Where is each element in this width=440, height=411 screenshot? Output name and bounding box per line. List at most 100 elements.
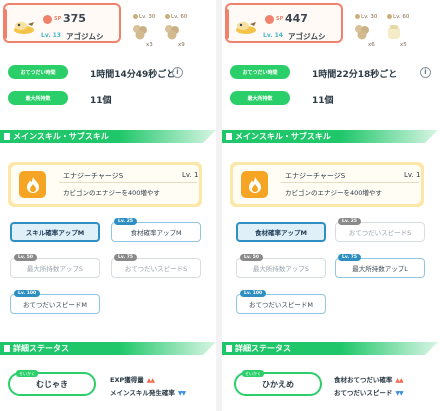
sub-skill-label: 食材確率アップM xyxy=(130,229,182,237)
section-title: メインスキル・サブスキル xyxy=(235,132,331,141)
level-badge: Lv. 50 xyxy=(14,254,37,261)
sub-skill-label: 最大所持数アップS xyxy=(252,265,310,273)
up-arrows-icon: ▲▲ xyxy=(146,377,155,384)
level-dot-icon xyxy=(355,14,360,19)
level-badge: Lv. 25 xyxy=(338,218,361,225)
max-carry-value: 11個 xyxy=(90,96,112,106)
nature-effect-up: EXP獲得量 ▲▲ xyxy=(110,374,155,384)
ingredient-icon xyxy=(388,25,400,39)
main-skill-description: カビゴンのエナジーを400増やす xyxy=(63,189,160,197)
ingredient-count: x6 xyxy=(368,42,375,48)
down-arrows-icon: ▼▼ xyxy=(395,390,403,397)
effect-label: おてつだいスピード xyxy=(334,389,393,397)
section-title: 詳細ステータス xyxy=(13,344,69,353)
right-pokemon-panel: SP 447 Lv. 14 アゴジムシ Lv. 30 x6 Lv. 60 x5 … xyxy=(222,0,438,411)
main-skill-level: Lv. 1 xyxy=(404,171,421,179)
sub-skill-slot[interactable]: 最大所持数アップS xyxy=(10,258,100,278)
help-time-label: おてつだい時間 xyxy=(8,65,68,79)
sub-skill-slot[interactable]: おてつだいスピードS xyxy=(111,258,201,278)
card-accent xyxy=(225,9,229,39)
divider xyxy=(281,182,419,183)
main-skill-description: カビゴンのエナジーを400増やす xyxy=(285,189,382,197)
level-dot-icon xyxy=(133,14,138,19)
main-skill-card[interactable]: エナジーチャージS Lv. 1 カビゴンのエナジーを400増やす xyxy=(230,162,424,207)
max-carry-value: 11個 xyxy=(312,96,334,106)
ingredient-icon xyxy=(133,25,147,40)
strength-points: 447 xyxy=(285,12,308,25)
pokemon-level: Lv. 14 xyxy=(263,32,283,39)
pokemon-card[interactable]: SP 375 Lv. 13 アゴジムシ xyxy=(3,3,121,43)
ingredient-icon xyxy=(355,25,369,40)
level-badge: Lv. 25 xyxy=(114,218,137,225)
sub-skill-label: おてつだいスピードS xyxy=(348,229,412,237)
card-accent xyxy=(3,9,7,39)
sub-skill-slot[interactable]: 食材確率アップM xyxy=(236,222,326,242)
sub-skill-slot[interactable]: おてつだいスピードS xyxy=(335,222,425,242)
info-icon[interactable]: i xyxy=(172,67,183,78)
pokemon-sprite xyxy=(14,22,34,34)
sub-skill-label: 最大所持数アップL xyxy=(352,265,408,273)
nature-name: ひかえめ xyxy=(262,380,294,389)
ingredient-icon xyxy=(165,25,179,40)
ingredient-level: Lv. 30 xyxy=(139,14,156,20)
sub-skill-label: おてつだいスピードS xyxy=(124,265,188,273)
section-header-skills: メインスキル・サブスキル xyxy=(0,130,216,143)
help-time-value: 1時間22分18秒ごと xyxy=(312,70,398,80)
section-title: メインスキル・サブスキル xyxy=(13,132,109,141)
nature-effect-up: 食材おてつだい確率 ▲▲ xyxy=(334,374,404,384)
main-skill-name: エナジーチャージS xyxy=(285,172,346,180)
flame-skill-icon xyxy=(19,171,46,198)
section-header-details: 詳細ステータス xyxy=(222,342,438,355)
sub-skill-slot[interactable]: おてつだいスピードM xyxy=(10,294,100,314)
ingredient-level: Lv. 60 xyxy=(171,14,188,20)
sub-skill-slot[interactable]: おてつだいスピードM xyxy=(236,294,326,314)
ingredient-count: x9 xyxy=(178,42,185,48)
sub-skill-slot[interactable]: 最大所持数アップL xyxy=(335,258,425,278)
level-badge: Lv. 75 xyxy=(114,254,137,261)
section-header-skills: メインスキル・サブスキル xyxy=(222,130,438,143)
main-skill-level: Lv. 1 xyxy=(182,171,199,179)
effect-label: メインスキル発生確率 xyxy=(110,389,175,397)
nature-name: むじゃき xyxy=(36,380,68,389)
left-pokemon-panel: SP 375 Lv. 13 アゴジムシ Lv. 30 x3 Lv. 60 x9 … xyxy=(0,0,216,411)
max-carry-label: 最大所持数 xyxy=(230,91,290,105)
sp-label: SP xyxy=(54,16,62,22)
info-icon[interactable]: i xyxy=(420,67,431,78)
level-badge: Lv. 100 xyxy=(240,290,267,297)
max-carry-label: 最大所持数 xyxy=(8,91,68,105)
section-title: 詳細ステータス xyxy=(235,344,291,353)
pokemon-name: アゴジムシ xyxy=(66,32,104,41)
sub-skill-label: 食材確率アップM xyxy=(255,229,307,237)
fire-icon xyxy=(43,15,52,24)
sub-skill-slot[interactable]: 最大所持数アップS xyxy=(236,258,326,278)
pokemon-level: Lv. 13 xyxy=(41,32,61,39)
nature-card[interactable]: せいかく ひかえめ xyxy=(234,370,322,396)
sub-skill-slot[interactable]: スキル確率アップM xyxy=(10,222,100,242)
sub-skill-label: スキル確率アップM xyxy=(25,229,85,237)
nature-effect-down: おてつだいスピード ▼▼ xyxy=(334,387,404,397)
sp-label: SP xyxy=(276,16,284,22)
sub-skill-slot[interactable]: 食材確率アップM xyxy=(111,222,201,242)
sub-skill-label: 最大所持数アップS xyxy=(26,265,84,273)
nature-card[interactable]: せいかく むじゃき xyxy=(8,370,96,396)
ingredient-count: x3 xyxy=(146,42,153,48)
strength-points: 375 xyxy=(63,12,86,25)
level-badge: Lv. 100 xyxy=(14,290,41,297)
nature-tag: せいかく xyxy=(16,370,38,377)
level-badge: Lv. 75 xyxy=(338,254,361,261)
main-skill-card[interactable]: エナジーチャージS Lv. 1 カビゴンのエナジーを400増やす xyxy=(8,162,202,207)
sub-skill-label: おてつだいスピードM xyxy=(249,301,313,309)
pokemon-card[interactable]: SP 447 Lv. 14 アゴジムシ xyxy=(225,3,343,43)
effect-label: 食材おてつだい確率 xyxy=(334,376,393,384)
ingredient-level: Lv. 60 xyxy=(393,14,410,20)
up-arrows-icon: ▲▲ xyxy=(395,377,403,384)
nature-effect-down: メインスキル発生確率 ▼▼ xyxy=(110,387,186,397)
main-skill-name: エナジーチャージS xyxy=(63,172,124,180)
level-dot-icon xyxy=(387,14,392,19)
help-time-value: 1時間14分49秒ごと xyxy=(90,70,176,80)
fire-icon xyxy=(265,15,274,24)
flame-skill-icon xyxy=(241,171,268,198)
ingredient-level: Lv. 30 xyxy=(361,14,378,20)
level-dot-icon xyxy=(165,14,170,19)
pokemon-name: アゴジムシ xyxy=(288,32,326,41)
